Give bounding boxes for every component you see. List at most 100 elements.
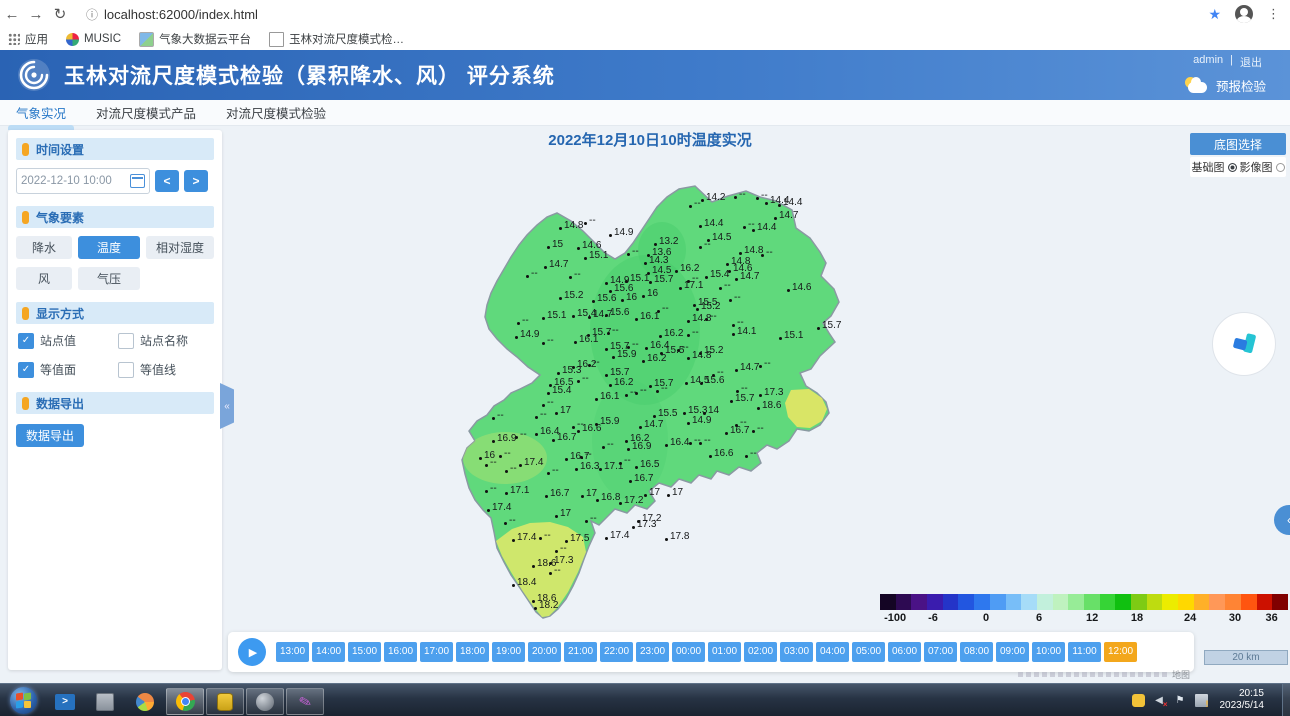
timeline-cell[interactable]: 06:00 <box>888 642 921 662</box>
bookmark-item[interactable]: 应用 <box>8 31 48 47</box>
play-button[interactable]: ▶ <box>238 638 266 666</box>
tab[interactable]: 对流尺度模式检验 <box>224 99 328 126</box>
legend-tick-label: 6 <box>1036 612 1042 624</box>
tencent-logo-icon <box>1227 327 1261 361</box>
bookmark-label: 玉林对流尺度模式检… <box>289 31 404 47</box>
timeline-cell[interactable]: 02:00 <box>744 642 777 662</box>
show-desktop-button[interactable] <box>1282 684 1290 716</box>
timeline-cell[interactable]: 11:00 <box>1068 642 1101 662</box>
action-center-flag-icon[interactable]: ⚑ <box>1174 694 1187 707</box>
timeline-cell[interactable]: 13:00 <box>276 642 309 662</box>
timeline-cell[interactable]: 19:00 <box>492 642 525 662</box>
timeline-cell[interactable]: 04:00 <box>816 642 849 662</box>
display-option[interactable]: 等值线 <box>118 361 214 378</box>
network-warning-icon[interactable] <box>1195 694 1208 707</box>
bookmark-star-icon[interactable]: ★ <box>1208 6 1221 23</box>
reload-icon[interactable]: ↻ <box>48 5 72 23</box>
radio-icon[interactable] <box>1276 163 1285 172</box>
mode-label: 预报检验 <box>1216 76 1266 95</box>
timeline-cell[interactable]: 00:00 <box>672 642 705 662</box>
timeline-cell[interactable]: 21:00 <box>564 642 597 662</box>
checkbox-icon[interactable] <box>118 362 134 378</box>
display-option[interactable]: 站点值 <box>18 332 114 349</box>
legend-color-segment <box>1068 594 1084 610</box>
timeline-cell[interactable]: 22:00 <box>600 642 633 662</box>
timeline-cell[interactable]: 14:00 <box>312 642 345 662</box>
basemap-option[interactable]: 影像图 <box>1240 159 1285 175</box>
globe-icon <box>256 693 274 711</box>
display-option[interactable]: 等值面 <box>18 361 114 378</box>
legend-color-segment <box>1272 594 1288 610</box>
bookmark-item[interactable]: MUSIC <box>66 33 121 46</box>
timeline-cell[interactable]: 10:00 <box>1032 642 1065 662</box>
address-bar[interactable]: ⓘ localhost:62000/index.html <box>86 6 258 23</box>
timeline-cell[interactable]: 08:00 <box>960 642 993 662</box>
timeline-cell[interactable]: 18:00 <box>456 642 489 662</box>
timeline-cell[interactable]: 17:00 <box>420 642 453 662</box>
legend-color-segment <box>1131 594 1147 610</box>
timeline-cell[interactable]: 07:00 <box>924 642 957 662</box>
checkbox-icon[interactable] <box>18 362 34 378</box>
element-button[interactable]: 风 <box>16 267 72 290</box>
basemap-option[interactable]: 基础图 <box>1192 159 1237 175</box>
tab[interactable]: 对流尺度模式产品 <box>94 99 198 126</box>
basemap-select-button[interactable]: 底图选择 <box>1190 133 1286 155</box>
calendar-icon[interactable] <box>130 174 145 188</box>
prev-time-button[interactable]: < <box>155 170 179 192</box>
taskbar-chrome[interactable] <box>166 688 204 715</box>
sidebar-panel: 时间设置 2022-12-10 10:00 < > 气象要素 降水 温度 相对湿… <box>8 130 222 670</box>
legend-labels: -100-6061218243036 <box>880 612 1288 625</box>
data-export-button[interactable]: 数据导出 <box>16 424 84 447</box>
legend-color-segment <box>958 594 974 610</box>
timeline-cell[interactable]: 01:00 <box>708 642 741 662</box>
timeline-cell[interactable]: 12:00 <box>1104 642 1137 662</box>
forward-icon[interactable]: → <box>24 6 48 23</box>
timeline-cell[interactable]: 23:00 <box>636 642 669 662</box>
start-button[interactable] <box>10 687 37 714</box>
browser-menu-icon[interactable]: ⋮ <box>1267 6 1280 22</box>
tab[interactable]: 气象实况 <box>14 99 68 126</box>
display-option[interactable]: 站点名称 <box>118 332 214 349</box>
timeline-cell[interactable]: 20:00 <box>528 642 561 662</box>
back-icon[interactable]: ← <box>0 6 24 23</box>
legend-color-segment <box>880 594 896 610</box>
windows-taskbar: > ✎ ◀ ⚑ 20:15 2023/5/14 <box>0 683 1290 716</box>
muted-speaker-icon[interactable]: ◀ <box>1153 694 1166 707</box>
timeline-cell[interactable]: 03:00 <box>780 642 813 662</box>
tray-app-icon[interactable] <box>1132 694 1145 707</box>
taskbar-server-tool[interactable] <box>86 688 124 715</box>
bookmark-item[interactable]: 气象大数据云平台 <box>139 31 251 47</box>
datetime-input[interactable]: 2022-12-10 10:00 <box>16 168 150 194</box>
timeline-cell[interactable]: 16:00 <box>384 642 417 662</box>
region-map[interactable] <box>440 170 900 640</box>
sidebar-collapse-handle[interactable]: « <box>220 383 234 429</box>
radio-icon[interactable] <box>1228 163 1237 172</box>
timeline-cell[interactable]: 09:00 <box>996 642 1029 662</box>
checkbox-icon[interactable] <box>18 333 34 349</box>
legend-tick-label: 30 <box>1229 612 1241 624</box>
taskbar-clock[interactable]: 20:15 2023/5/14 <box>1220 688 1265 712</box>
profile-avatar-icon[interactable] <box>1235 5 1253 23</box>
element-button[interactable]: 气压 <box>78 267 140 290</box>
timeline-cell[interactable]: 15:00 <box>348 642 381 662</box>
logout-link[interactable]: 退出 <box>1240 54 1262 70</box>
site-info-icon[interactable]: ⓘ <box>86 6 98 23</box>
bookmark-item[interactable]: 玉林对流尺度模式检… <box>269 31 404 47</box>
browser-ball-icon <box>136 693 154 711</box>
element-button[interactable]: 相对湿度 <box>146 236 214 259</box>
chrome-icon <box>176 692 195 711</box>
timeline-cell[interactable]: 05:00 <box>852 642 885 662</box>
panel-expand-button[interactable]: ‹ <box>1274 505 1290 535</box>
taskbar-powershell[interactable]: > <box>46 688 84 715</box>
element-button[interactable]: 温度 <box>78 236 140 259</box>
mode-switch[interactable]: 预报检验 <box>1183 76 1266 95</box>
checkbox-icon[interactable] <box>118 333 134 349</box>
element-button[interactable]: 降水 <box>16 236 72 259</box>
next-time-button[interactable]: > <box>184 170 208 192</box>
taskbar-database-tool[interactable] <box>206 688 244 715</box>
taskbar-globe-app[interactable] <box>246 688 284 715</box>
taskbar-pen-app[interactable]: ✎ <box>286 688 324 715</box>
taskbar-browser-ball[interactable] <box>126 688 164 715</box>
bookmark-label: 应用 <box>25 31 48 47</box>
server-icon <box>96 693 114 711</box>
